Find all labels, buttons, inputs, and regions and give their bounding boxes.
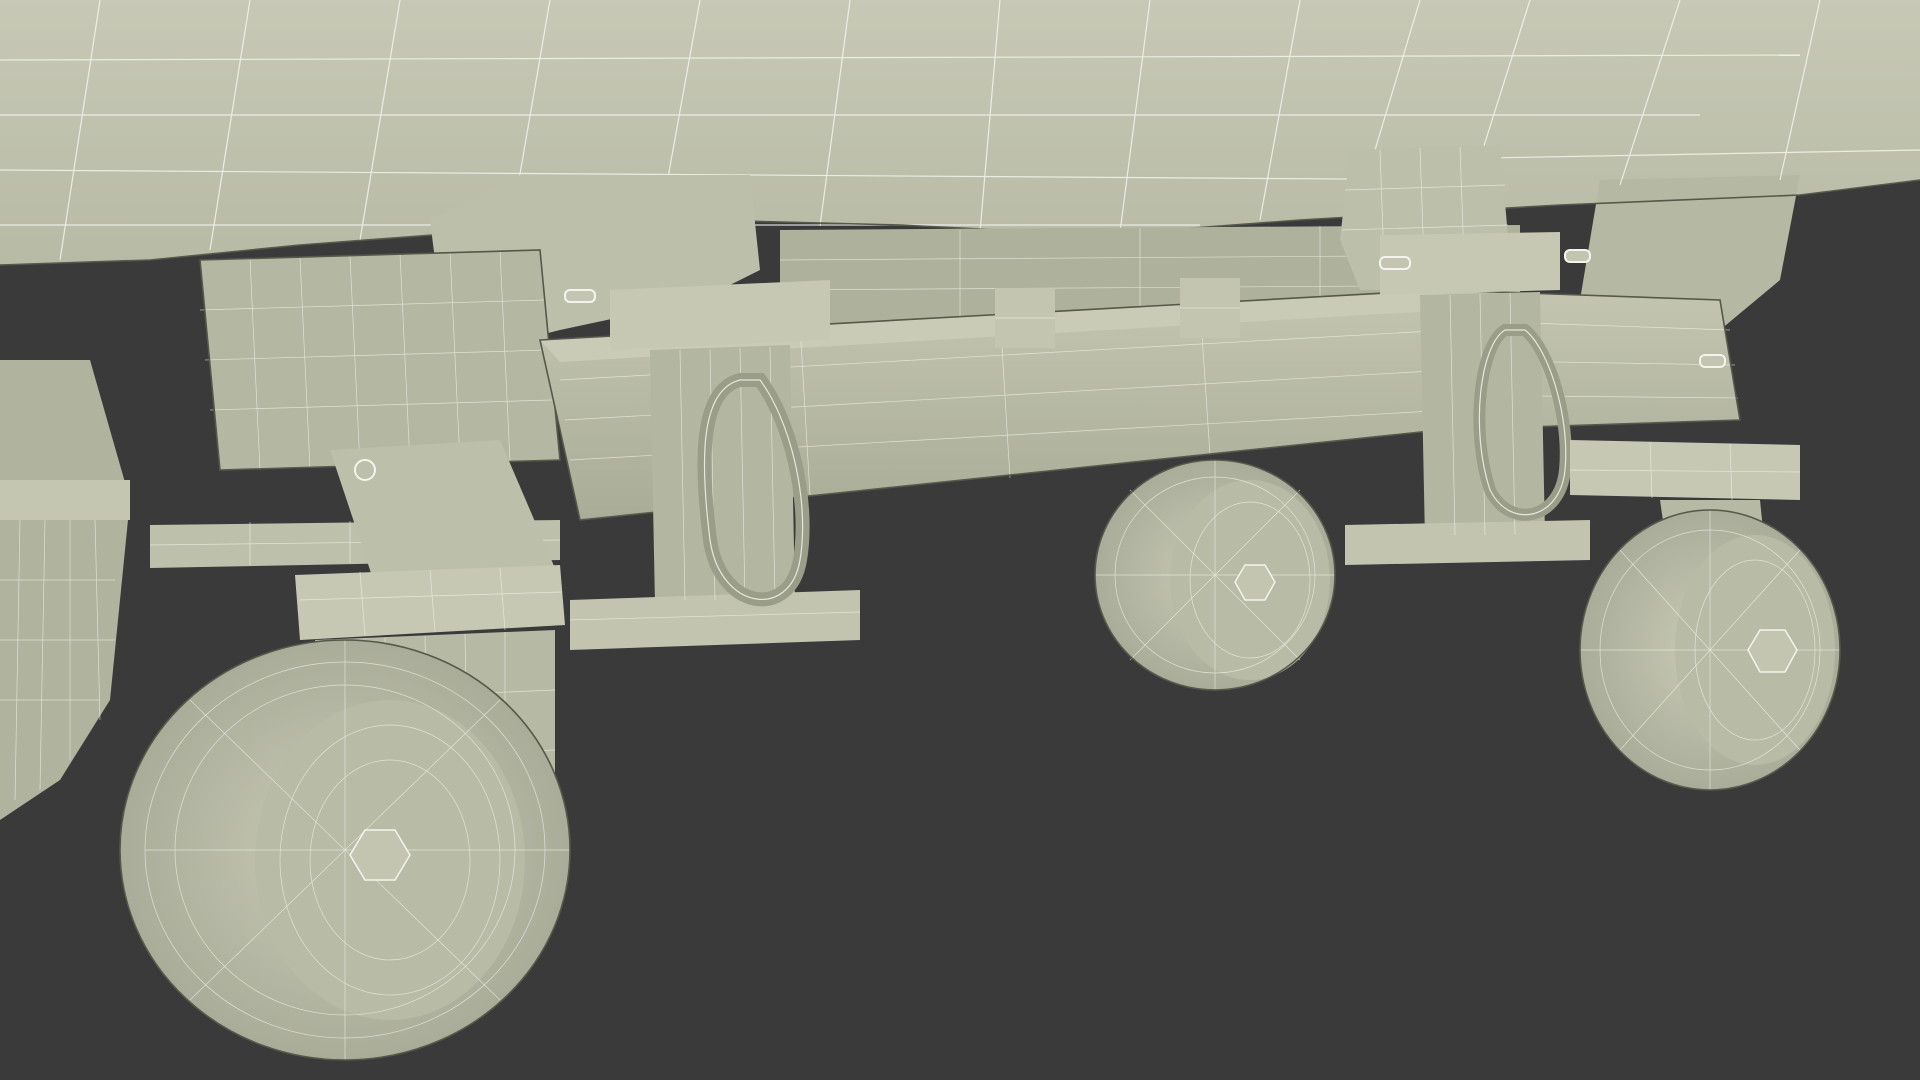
wheel-front-left: [119, 639, 571, 1061]
wireframe-render: [0, 0, 1920, 1080]
wheel-center: [1094, 459, 1336, 691]
render-viewport: [0, 0, 1920, 1080]
wheel-right: [1579, 509, 1841, 791]
